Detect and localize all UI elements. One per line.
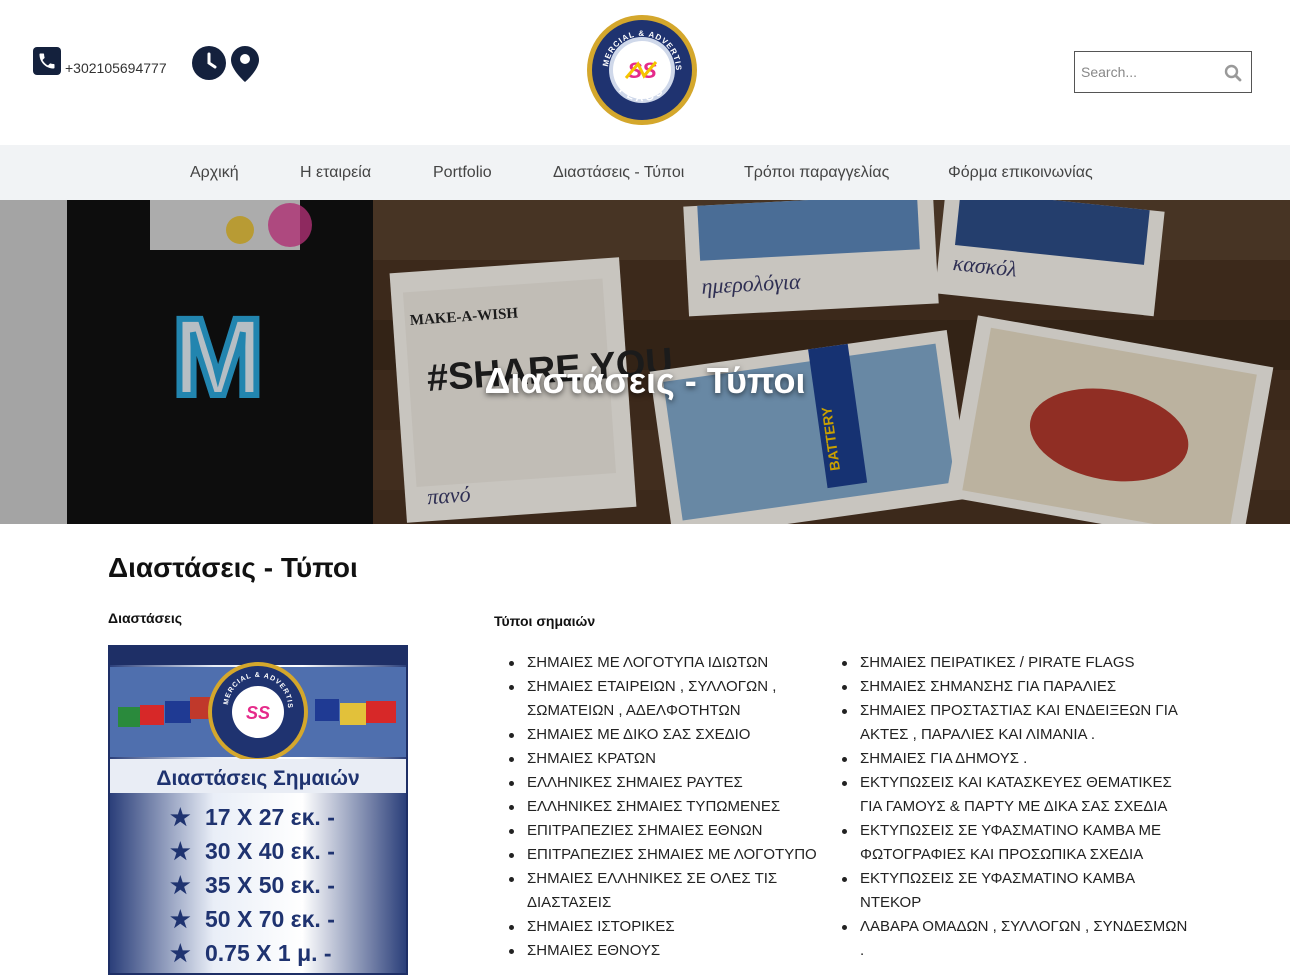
list-item: ΕΛΛΗΝΙΚΕΣ ΣΗΜΑΙΕΣ ΡΑΥΤΕΣ — [509, 771, 827, 795]
flag-types-heading: Τύποι σημαιών — [494, 613, 596, 629]
nav-item-dimensions-types[interactable]: Διαστάσεις - Τύποι — [553, 164, 684, 182]
list-item: ΕΛΛΗΝΙΚΕΣ ΣΗΜΑΙΕΣ ΤΥΠΩΜΕΝΕΣ — [509, 795, 827, 819]
list-item: ΣΗΜΑΙΕΣ ΜΕ ΛΟΓΟΤΥΠΑ ΙΔΙΩΤΩΝ — [509, 651, 827, 675]
search-icon[interactable] — [1224, 64, 1242, 82]
list-item: ΣΗΜΑΙΕΣ ΓΙΑ ΔΗΜΟΥΣ . — [842, 747, 1190, 771]
nav-item-home[interactable]: Αρχική — [190, 164, 239, 182]
list-item: ΕΠΙΤΡΑΠΕΖΙΕΣ ΣΗΜΑΙΕΣ ΕΘΝΩΝ — [509, 819, 827, 843]
hero-banner: Μ MAKE-A-WISH #SHARE YOU πανό ημερολόγια… — [0, 200, 1290, 524]
search-input[interactable] — [1079, 63, 1223, 81]
poster-size-2: 30 Χ 40 εκ. - — [205, 838, 335, 864]
poster-size-1: 17 Χ 27 εκ. - — [205, 804, 335, 830]
site-header: +302105694777 COMMERCIAL & ADVERTISING F… — [0, 0, 1290, 145]
main-nav: Αρχική Η εταιρεία Portfolio Διαστάσεις -… — [0, 145, 1290, 200]
svg-text:★: ★ — [170, 838, 191, 864]
list-item: ΕΚΤΥΠΩΣΕΙΣ ΣΕ ΥΦΑΣΜΑΤΙΝΟ ΚΑΜΒΑ ΜΕ ΦΩΤΟΓΡ… — [842, 819, 1190, 867]
list-item: ΛΑΒΑΡΑ ΟΜΑΔΩΝ , ΣΥΛΛΟΓΩΝ , ΣΥΝΔΕΣΜΩΝ . — [842, 915, 1190, 963]
search-box[interactable] — [1074, 51, 1252, 93]
map-pin-icon[interactable] — [231, 46, 259, 82]
svg-text:★: ★ — [170, 872, 191, 898]
list-item: ΣΗΜΑΙΕΣ ΕΘΝΟΥΣ — [509, 939, 827, 963]
list-item: ΣΗΜΑΙΕΣ ΙΣΤΟΡΙΚΕΣ — [509, 915, 827, 939]
phone-number[interactable]: +302105694777 — [65, 60, 167, 76]
clock-icon[interactable] — [192, 46, 226, 80]
dimensions-poster: COMMERCIAL & ADVERTISING FLAGS SS Διαστά… — [108, 645, 408, 975]
nav-item-contact-form[interactable]: Φόρμα επικοινωνίας — [948, 164, 1093, 182]
flag-types-list-left: ΣΗΜΑΙΕΣ ΜΕ ΛΟΓΟΤΥΠΑ ΙΔΙΩΤΩΝ ΣΗΜΑΙΕΣ ΕΤΑΙ… — [509, 651, 827, 963]
poster-title: Διαστάσεις Σημαιών — [156, 767, 359, 790]
nav-item-portfolio[interactable]: Portfolio — [433, 164, 492, 182]
list-item: ΣΗΜΑΙΕΣ ΚΡΑΤΩΝ — [509, 747, 827, 771]
hero-title: Διαστάσεις - Τύποι — [484, 360, 806, 401]
list-item: ΣΗΜΑΙΕΣ ΕΤΑΙΡΕΙΩΝ , ΣΥΛΛΟΓΩΝ , ΣΩΜΑΤΕΙΩΝ… — [509, 675, 827, 723]
poster-size-5: 0.75 Χ 1 μ. - — [205, 940, 332, 966]
poster-size-4: 50 Χ 70 εκ. - — [205, 906, 335, 932]
svg-text:★: ★ — [170, 804, 191, 830]
poster-logo-mark: SS — [246, 703, 270, 723]
nav-item-ordering[interactable]: Τρόποι παραγγελίας — [744, 164, 889, 182]
list-item: ΣΗΜΑΙΕΣ ΠΡΟΣΤΑΣΤΙΑΣ ΚΑΙ ΕΝΔΕΙΞΕΩΝ ΓΙΑ ΑΚ… — [842, 699, 1190, 747]
phone-icon[interactable] — [33, 47, 61, 75]
contact-bar: +302105694777 — [33, 46, 259, 82]
site-logo[interactable]: COMMERCIAL & ADVERTISING FLAGS SS — [582, 7, 698, 126]
nav-item-company[interactable]: Η εταιρεία — [300, 164, 371, 182]
list-item: ΕΠΙΤΡΑΠΕΖΙΕΣ ΣΗΜΑΙΕΣ ΜΕ ΛΟΓΟΤΥΠΟ — [509, 843, 827, 867]
svg-text:★: ★ — [170, 906, 191, 932]
list-item: ΣΗΜΑΙΕΣ ΣΗΜΑΝΣΗΣ ΓΙΑ ΠΑΡΑΛΙΕΣ — [842, 675, 1190, 699]
list-item: ΣΗΜΑΙΕΣ ΠΕΙΡΑΤΙΚΕΣ / PIRATE FLAGS — [842, 651, 1190, 675]
svg-text:★: ★ — [170, 940, 191, 966]
list-item: ΣΗΜΑΙΕΣ ΜΕ ΔΙΚΟ ΣΑΣ ΣΧΕΔΙΟ — [509, 723, 827, 747]
list-item: ΕΚΤΥΠΩΣΕΙΣ ΣΕ ΥΦΑΣΜΑΤΙΝΟ ΚΑΜΒΑ ΝΤΕΚΟΡ — [842, 867, 1190, 915]
dimensions-heading: Διαστάσεις — [108, 610, 182, 626]
poster-size-3: 35 Χ 50 εκ. - — [205, 872, 335, 898]
flag-types-list-right: ΣΗΜΑΙΕΣ ΠΕΙΡΑΤΙΚΕΣ / PIRATE FLAGS ΣΗΜΑΙΕ… — [842, 651, 1190, 963]
list-item: ΕΚΤΥΠΩΣΕΙΣ ΚΑΙ ΚΑΤΑΣΚΕΥΕΣ ΘΕΜΑΤΙΚΕΣ ΓΙΑ … — [842, 771, 1190, 819]
page-title: Διαστάσεις - Τύποι — [108, 552, 358, 583]
list-item: ΣΗΜΑΙΕΣ ΕΛΛΗΝΙΚΕΣ ΣΕ ΟΛΕΣ ΤΙΣ ΔΙΑΣΤΑΣΕΙΣ — [509, 867, 827, 915]
